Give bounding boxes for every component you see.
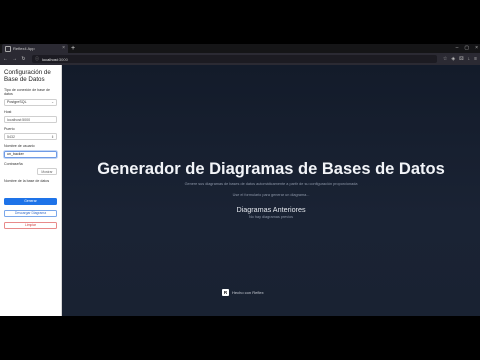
minimize-icon[interactable]: –: [456, 45, 459, 51]
main-panel: Generador de Diagramas de Bases de Datos…: [62, 65, 480, 316]
page-title: Generador de Diagramas de Bases de Datos: [97, 160, 445, 178]
back-button[interactable]: ←: [3, 56, 8, 62]
menu-icon[interactable]: ≡: [474, 56, 477, 62]
toolbar-icons: ☆ ◈ ⚄ ↓ ≡: [443, 56, 477, 62]
shield-icon[interactable]: ◈: [451, 56, 455, 62]
bookmark-icon[interactable]: ☆: [443, 56, 447, 62]
chevron-down-icon: ⌄: [51, 100, 54, 105]
reflex-badge[interactable]: R Hecho con Reflex: [222, 289, 264, 296]
app-page: Configuración de Base de Datos Tipo de c…: [0, 65, 480, 316]
forward-button[interactable]: →: [12, 56, 17, 62]
window-controls: – ▢ ×: [456, 45, 478, 51]
password-row: Mostrar: [4, 168, 57, 176]
close-window-icon[interactable]: ×: [475, 45, 478, 51]
previous-diagrams-empty: No hay diagramas previos: [248, 215, 294, 219]
reflex-credit-text: Hecho con Reflex: [232, 290, 264, 295]
browser-tab[interactable]: Reflex4 App ×: [2, 44, 68, 53]
show-password-button[interactable]: Mostrar: [37, 168, 57, 176]
previous-diagrams-heading: Diagramas Anteriores: [236, 205, 306, 214]
new-tab-button[interactable]: +: [71, 45, 75, 52]
extensions-icon[interactable]: ⚄: [459, 56, 463, 62]
user-input[interactable]: un_backer: [4, 150, 57, 158]
url-port: :3000: [57, 56, 68, 62]
reflex-logo-icon: R: [222, 289, 229, 296]
maximize-icon[interactable]: ▢: [464, 45, 469, 51]
tab-bar: Reflex4 App × + – ▢ ×: [0, 44, 480, 53]
address-bar[interactable]: ⓘ localhost:3000: [32, 55, 437, 63]
info-icon: ⓘ: [35, 56, 39, 61]
host-input[interactable]: localhost:5000: [4, 116, 57, 124]
favicon-icon: [5, 45, 11, 52]
user-value: un_backer: [7, 152, 24, 157]
host-value: localhost:5000: [7, 117, 31, 122]
db-type-value: PostgreSQL: [7, 100, 27, 105]
user-label: Nombre de usuario: [4, 144, 35, 149]
download-diagram-button[interactable]: Descargar Diagrama: [4, 209, 57, 217]
browser-window: Reflex4 App × + – ▢ × ← → ↻ ⓘ localhost:…: [0, 44, 480, 316]
url-host: localhost: [42, 56, 58, 62]
download-icon[interactable]: ↓: [468, 56, 471, 62]
config-sidebar: Configuración de Base de Datos Tipo de c…: [0, 65, 62, 316]
port-input[interactable]: 5432 ⇕: [4, 133, 57, 141]
sidebar-title: Configuración de Base de Datos: [4, 69, 51, 84]
reload-button[interactable]: ↻: [21, 56, 26, 62]
host-label: Host: [4, 109, 12, 114]
clear-button[interactable]: Limpiar: [4, 221, 57, 229]
dbname-label: Nombre de la base de datos: [4, 179, 50, 184]
generate-button[interactable]: Generar: [4, 197, 57, 205]
form-hint: Use el formulario para generar un diagra…: [232, 193, 310, 197]
nav-bar: ← → ↻ ⓘ localhost:3000 ☆ ◈ ⚄ ↓ ≡: [0, 53, 480, 65]
db-type-label: Tipo de conexión de base de datos: [4, 87, 51, 97]
stepper-icon[interactable]: ⇕: [51, 135, 54, 139]
close-tab-icon[interactable]: ×: [62, 46, 65, 51]
page-subtitle: Genere sus diagramas de bases de datos a…: [184, 182, 358, 186]
port-value: 5432: [7, 134, 15, 139]
db-type-select[interactable]: PostgreSQL ⌄: [4, 98, 57, 106]
password-label: Contraseña: [4, 161, 23, 166]
port-label: Puerto: [4, 127, 15, 132]
tab-title: Reflex4 App: [13, 46, 35, 51]
